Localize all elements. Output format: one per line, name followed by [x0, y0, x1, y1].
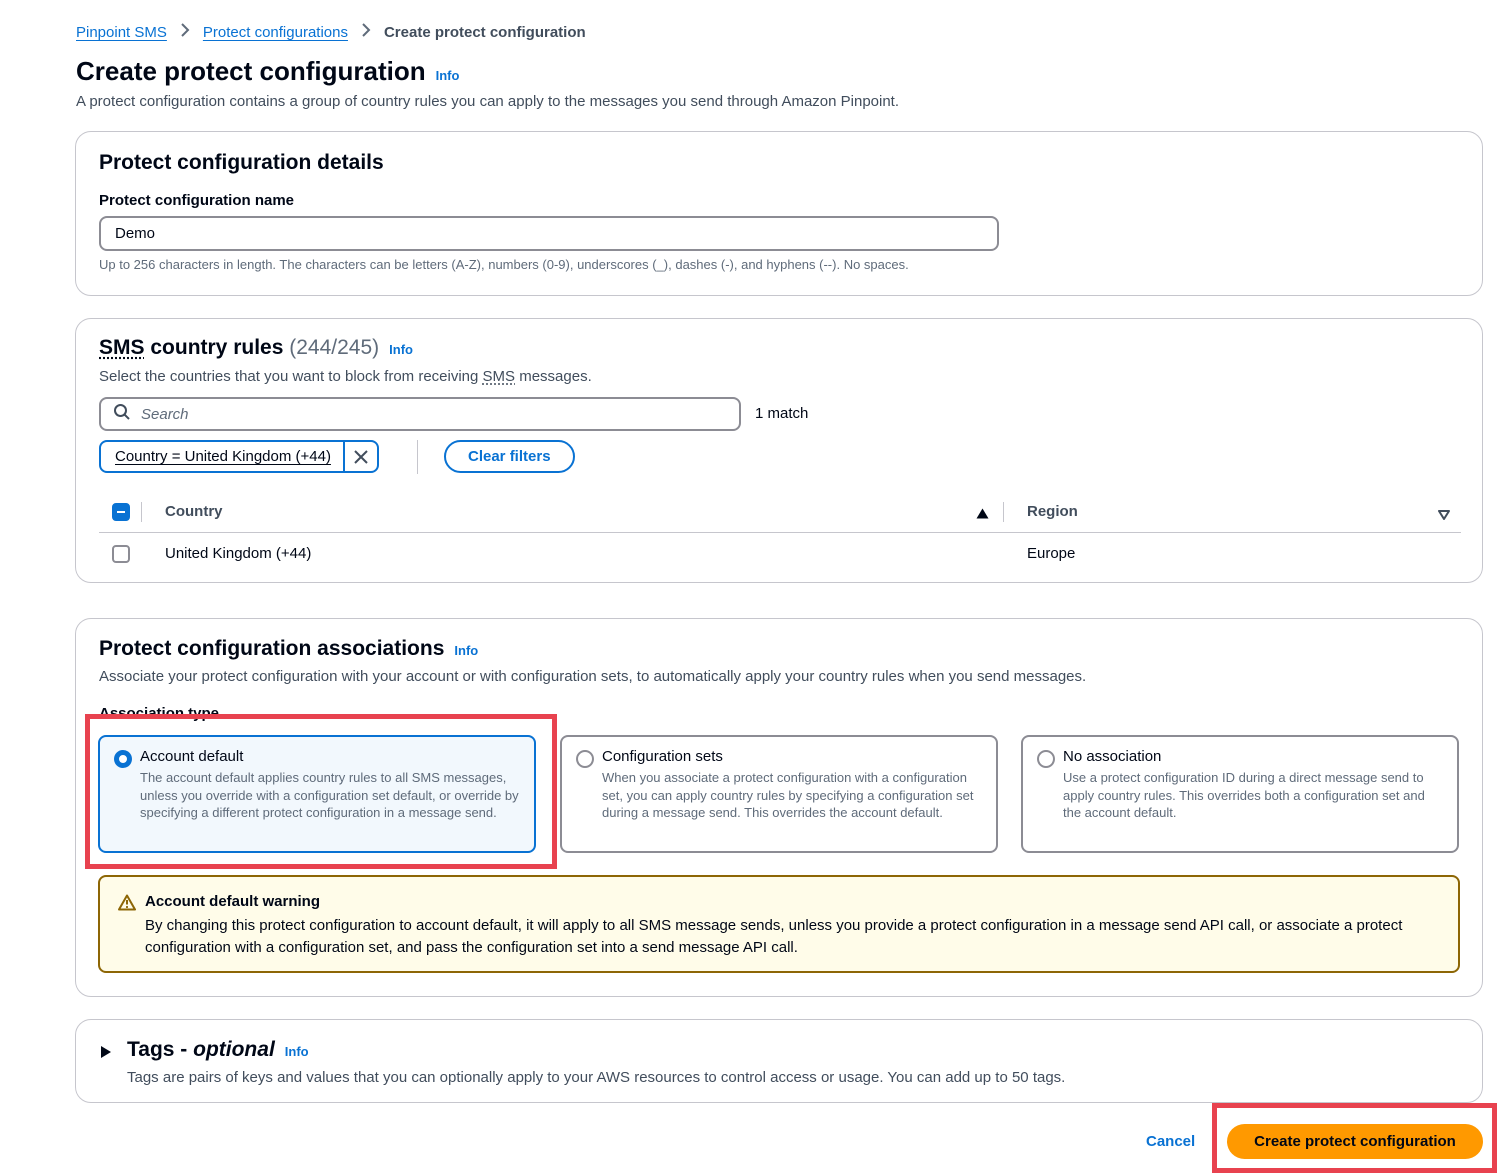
name-hint: Up to 256 characters in length. The char…: [99, 257, 909, 272]
close-icon[interactable]: [345, 442, 377, 471]
column-divider: [141, 502, 142, 522]
country-rules-container: SMS country rules (244/245) Info Select …: [75, 318, 1483, 583]
country-rules-count: (244/245): [289, 336, 380, 359]
warning-icon: [118, 894, 136, 916]
tile-configuration-sets[interactable]: Configuration sets When you associate a …: [560, 735, 998, 853]
breadcrumb-protect-configurations[interactable]: Protect configurations: [203, 24, 348, 41]
associations-title-row: Protect configuration associations Info: [99, 637, 478, 661]
chevron-right-icon: [358, 23, 374, 42]
caret-down-outline-icon[interactable]: [1438, 507, 1450, 525]
tile-title: Account default: [140, 748, 244, 765]
page-info-link[interactable]: Info: [436, 68, 460, 83]
associations-title: Protect configuration associations: [99, 637, 445, 660]
details-title: Protect configuration details: [99, 151, 384, 174]
tags-optional: optional: [193, 1038, 275, 1061]
sms-abbr: SMS: [482, 368, 516, 385]
clear-filters-button[interactable]: Clear filters: [444, 440, 575, 473]
tags-container[interactable]: Tags - optional Info Tags are pairs of k…: [75, 1019, 1483, 1103]
table-cell-country: United Kingdom (+44): [165, 545, 312, 562]
search-placeholder: Search: [141, 405, 189, 423]
breadcrumb: Pinpoint SMS Protect configurations Crea…: [76, 23, 586, 42]
page-title: Create protect configuration: [76, 56, 426, 86]
filter-token: Country = United Kingdom (+44): [99, 440, 379, 473]
name-label: Protect configuration name: [99, 192, 295, 209]
column-header-region[interactable]: Region: [1027, 503, 1078, 520]
tile-account-default[interactable]: Account default The account default appl…: [98, 735, 536, 853]
create-protect-configuration-button[interactable]: Create protect configuration: [1227, 1124, 1483, 1159]
tags-title-row: Tags - optional Info: [127, 1038, 309, 1062]
page-title-row: Create protect configuration Info: [76, 56, 459, 87]
breadcrumb-current: Create protect configuration: [383, 24, 586, 41]
caret-up-icon[interactable]: [976, 506, 989, 524]
country-rules-title: SMS country rules (244/245) Info: [99, 336, 413, 360]
associations-description: Associate your protect configuration wit…: [99, 668, 1087, 685]
search-input[interactable]: Search: [99, 397, 741, 431]
warning-body: By changing this protect configuration t…: [145, 917, 1403, 956]
details-container: Protect configuration details Protect co…: [75, 131, 1483, 296]
cancel-button[interactable]: Cancel: [1146, 1133, 1195, 1150]
select-all-checkbox[interactable]: [112, 503, 130, 521]
tile-description: Use a protect configuration ID during a …: [1063, 770, 1425, 821]
divider: [417, 440, 418, 474]
radio-no-association[interactable]: [1037, 750, 1055, 768]
sms-abbr: SMS: [99, 336, 145, 359]
tags-title: Tags -: [127, 1038, 194, 1061]
name-input[interactable]: Demo: [99, 216, 999, 251]
search-icon: [113, 403, 131, 426]
tile-title: No association: [1063, 748, 1162, 765]
filter-token-label[interactable]: Country = United Kingdom (+44): [101, 442, 345, 471]
match-count: 1 match: [755, 405, 809, 422]
country-rules-description: Select the countries that you want to bl…: [99, 368, 592, 385]
association-type-label: Association type: [99, 705, 220, 722]
country-rules-info-link[interactable]: Info: [389, 342, 413, 357]
tile-no-association[interactable]: No association Use a protect configurati…: [1021, 735, 1459, 853]
radio-configuration-sets[interactable]: [576, 750, 594, 768]
caret-right-icon[interactable]: [100, 1045, 112, 1064]
tile-title: Configuration sets: [602, 748, 723, 765]
breadcrumb-pinpoint-sms[interactable]: Pinpoint SMS: [76, 24, 167, 41]
associations-container: Protect configuration associations Info …: [75, 618, 1483, 997]
chevron-right-icon: [177, 23, 193, 42]
associations-info-link[interactable]: Info: [454, 643, 478, 658]
tile-description: The account default applies country rule…: [140, 770, 519, 821]
tags-info-link[interactable]: Info: [285, 1044, 309, 1059]
desc-part: messages.: [515, 368, 592, 385]
column-divider: [1003, 502, 1004, 522]
table-header-border: [99, 532, 1461, 533]
tags-description: Tags are pairs of keys and values that y…: [127, 1069, 1066, 1086]
column-header-country[interactable]: Country: [165, 503, 223, 520]
radio-account-default[interactable]: [114, 750, 132, 768]
warning-title: Account default warning: [145, 893, 321, 910]
account-default-warning: Account default warning By changing this…: [98, 875, 1460, 973]
tile-description: When you associate a protect configurati…: [602, 770, 974, 821]
row-checkbox[interactable]: [112, 545, 130, 563]
table-cell-region: Europe: [1027, 545, 1076, 562]
country-rules-title-text: country rules: [150, 336, 284, 359]
desc-part: Select the countries that you want to bl…: [99, 368, 483, 385]
page-description: A protect configuration contains a group…: [76, 93, 900, 110]
